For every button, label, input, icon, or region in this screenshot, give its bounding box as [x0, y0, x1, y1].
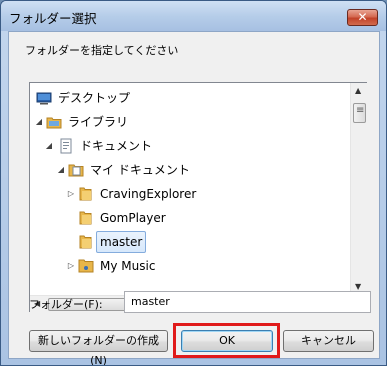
scroll-down-arrow-icon[interactable]: ▼ — [355, 282, 361, 291]
tree-item-label: master — [96, 231, 147, 253]
folder-icon — [78, 210, 94, 226]
cancel-button[interactable]: キャンセル — [283, 330, 374, 352]
title-bar[interactable]: フォルダー選択 ✕ — [1, 1, 386, 31]
close-button[interactable]: ✕ — [347, 9, 378, 26]
vertical-scroll-thumb[interactable] — [353, 103, 366, 123]
folder-name-input[interactable]: master — [124, 291, 371, 313]
collapse-arrow-icon[interactable]: ◢ — [34, 111, 44, 133]
window-title: フォルダー選択 — [9, 11, 97, 26]
tree-item-label: マイ ドキュメント — [90, 163, 190, 177]
desktop-icon — [36, 90, 52, 106]
tree-item-label: ライブラリ — [68, 115, 129, 129]
scroll-up-arrow-icon[interactable]: ▲ — [355, 86, 361, 95]
expand-arrow-icon[interactable]: ▷ — [66, 255, 76, 277]
folder-select-dialog: フォルダー選択 ✕ フォルダーを指定してください デスクトップ ◢ ライブラリ … — [0, 0, 387, 366]
folder-tree[interactable]: デスクトップ ◢ ライブラリ ◢ ドキュメント ◢ マイ ドキュメント ▷ Cr… — [29, 82, 367, 312]
close-icon: ✕ — [357, 10, 368, 24]
ok-button[interactable]: OK — [181, 330, 273, 352]
collapse-arrow-icon[interactable]: ◢ — [56, 159, 66, 181]
tree-item-my-documents[interactable]: ◢ マイ ドキュメント — [30, 159, 348, 181]
vertical-scrollbar[interactable]: ▲ ▼ — [350, 83, 367, 295]
folder-field-label: フォルダー(F): — [29, 298, 103, 311]
tree-item-label: CravingExplorer — [100, 187, 197, 201]
folder-tree-items: デスクトップ ◢ ライブラリ ◢ ドキュメント ◢ マイ ドキュメント ▷ Cr… — [30, 83, 350, 295]
collapse-arrow-icon[interactable]: ◢ — [44, 135, 54, 157]
instruction-text: フォルダーを指定してください — [25, 44, 179, 57]
tree-item-master[interactable]: master — [30, 231, 348, 253]
tree-item-label: ドキュメント — [80, 139, 153, 153]
expand-arrow-icon[interactable]: ▷ — [66, 183, 76, 205]
tree-item-gomplayer[interactable]: GomPlayer — [30, 207, 348, 229]
library-folder-icon — [46, 114, 62, 130]
tree-item-cravingexplorer[interactable]: ▷ CravingExplorer — [30, 183, 348, 205]
tree-item-library[interactable]: ◢ ライブラリ — [30, 111, 348, 133]
document-library-icon — [58, 138, 74, 154]
tree-item-label: My Music — [100, 259, 156, 273]
tree-item-my-music[interactable]: ▷ My Music — [30, 255, 348, 277]
tree-item-desktop[interactable]: デスクトップ — [30, 87, 348, 109]
folder-icon — [78, 186, 94, 202]
dialog-content: フォルダーを指定してください デスクトップ ◢ ライブラリ ◢ ドキュメント ◢… — [8, 31, 380, 365]
music-folder-icon — [78, 258, 94, 274]
folder-icon — [78, 234, 94, 250]
tree-item-label: デスクトップ — [58, 91, 131, 105]
document-folder-icon — [68, 162, 84, 178]
tree-item-documents[interactable]: ◢ ドキュメント — [30, 135, 348, 157]
new-folder-button[interactable]: 新しいフォルダーの作成(N) — [29, 330, 168, 365]
tree-item-label: GomPlayer — [100, 211, 166, 225]
